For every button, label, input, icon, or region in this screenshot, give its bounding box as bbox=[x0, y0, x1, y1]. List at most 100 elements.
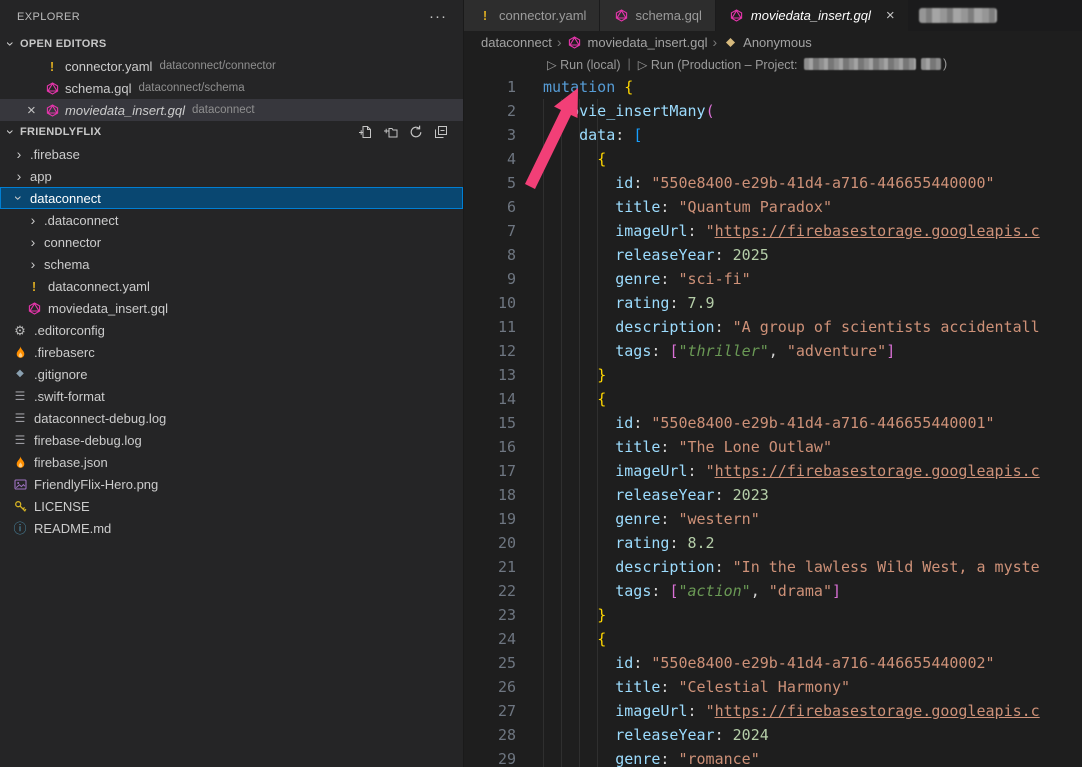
code-line-15[interactable]: 15 id: "550e8400-e29b-41d4-a716-44665544… bbox=[464, 411, 1082, 435]
code-editor[interactable]: 1mutation {2 movie_insertMany(3 data: [4… bbox=[464, 75, 1082, 767]
line-number: 19 bbox=[464, 507, 516, 531]
run-production-label: ▷ Run (Production – Project: bbox=[638, 57, 801, 72]
chevron-right-icon: › bbox=[26, 213, 40, 227]
new-file-icon[interactable] bbox=[358, 124, 374, 140]
line-number: 22 bbox=[464, 579, 516, 603]
code-line-1[interactable]: 1mutation { bbox=[464, 75, 1082, 99]
code-line-8[interactable]: 8 releaseYear: 2025 bbox=[464, 243, 1082, 267]
code-line-16[interactable]: 16 title: "The Lone Outlaw" bbox=[464, 435, 1082, 459]
code-line-5[interactable]: 5 id: "550e8400-e29b-41d4-a716-446655440… bbox=[464, 171, 1082, 195]
tree-file-.firebaserc[interactable]: .firebaserc bbox=[0, 341, 463, 363]
open-editor-schema.gql[interactable]: schema.gqldataconnect/schema bbox=[0, 77, 463, 99]
codelens-row: ▷ Run (local) | ▷ Run (Production – Proj… bbox=[464, 53, 1082, 75]
code-line-3[interactable]: 3 data: [ bbox=[464, 123, 1082, 147]
line-content: mutation { bbox=[516, 75, 633, 99]
code-line-26[interactable]: 26 title: "Celestial Harmony" bbox=[464, 675, 1082, 699]
code-line-27[interactable]: 27 imageUrl: "https://firebasestorage.go… bbox=[464, 699, 1082, 723]
breadcrumb-Anonymous[interactable]: Anonymous bbox=[722, 34, 812, 50]
run-production-link[interactable]: ▷ Run (Production – Project: ) bbox=[638, 57, 947, 72]
graphql-icon bbox=[26, 300, 42, 316]
open-editor-connector.yaml[interactable]: !connector.yamldataconnect/connector bbox=[0, 55, 463, 77]
code-line-24[interactable]: 24 { bbox=[464, 627, 1082, 651]
code-line-25[interactable]: 25 id: "550e8400-e29b-41d4-a716-44665544… bbox=[464, 651, 1082, 675]
tree-folder-.firebase[interactable]: ›.firebase bbox=[0, 143, 463, 165]
new-folder-icon[interactable] bbox=[383, 124, 399, 140]
tab-moviedata_insert.gql[interactable]: moviedata_insert.gql× bbox=[716, 0, 909, 31]
tree-file-dataconnect-debug.log[interactable]: ☰dataconnect-debug.log bbox=[0, 407, 463, 429]
open-editors-header[interactable]: › OPEN EDITORS bbox=[0, 33, 463, 55]
tab-connector.yaml[interactable]: !connector.yaml bbox=[464, 0, 600, 31]
breadcrumb-moviedata_insert.gql[interactable]: moviedata_insert.gql bbox=[567, 34, 708, 50]
file-name: .dataconnect bbox=[44, 213, 118, 228]
line-number: 21 bbox=[464, 555, 516, 579]
tree-file-README.md[interactable]: ⓘREADME.md bbox=[0, 517, 463, 539]
run-production-close-paren: ) bbox=[943, 57, 947, 71]
code-line-22[interactable]: 22 tags: ["action", "drama"] bbox=[464, 579, 1082, 603]
tab-schema.gql[interactable]: schema.gql bbox=[600, 0, 715, 31]
open-editors-label: OPEN EDITORS bbox=[20, 38, 107, 50]
tree-file-firebase-debug.log[interactable]: ☰firebase-debug.log bbox=[0, 429, 463, 451]
code-line-14[interactable]: 14 { bbox=[464, 387, 1082, 411]
code-line-9[interactable]: 9 genre: "sci-fi" bbox=[464, 267, 1082, 291]
line-number: 15 bbox=[464, 411, 516, 435]
tree-file-firebase.json[interactable]: firebase.json bbox=[0, 451, 463, 473]
code-line-18[interactable]: 18 releaseYear: 2023 bbox=[464, 483, 1082, 507]
breadcrumb-separator: › bbox=[712, 34, 717, 50]
warning-icon: ! bbox=[44, 58, 60, 74]
refresh-icon[interactable] bbox=[408, 124, 424, 140]
code-line-4[interactable]: 4 { bbox=[464, 147, 1082, 171]
tree-folder-schema[interactable]: ›schema bbox=[0, 253, 463, 275]
chevron-right-icon: › bbox=[12, 169, 26, 183]
line-content: genre: "sci-fi" bbox=[516, 267, 751, 291]
line-content: tags: ["thriller", "adventure"] bbox=[516, 339, 895, 363]
tree-file-FriendlyFlix-Hero.png[interactable]: FriendlyFlix-Hero.png bbox=[0, 473, 463, 495]
code-line-17[interactable]: 17 imageUrl: "https://firebasestorage.go… bbox=[464, 459, 1082, 483]
close-icon[interactable]: × bbox=[27, 103, 44, 118]
code-line-6[interactable]: 6 title: "Quantum Paradox" bbox=[464, 195, 1082, 219]
tree-file-moviedata_insert.gql[interactable]: moviedata_insert.gql bbox=[0, 297, 463, 319]
code-line-29[interactable]: 29 genre: "romance" bbox=[464, 747, 1082, 767]
vscode-window: EXPLORER ··· › OPEN EDITORS !connector.y… bbox=[0, 0, 1082, 767]
warning-icon: ! bbox=[477, 8, 493, 24]
close-icon[interactable]: × bbox=[886, 8, 895, 23]
code-line-13[interactable]: 13 } bbox=[464, 363, 1082, 387]
file-name: README.md bbox=[34, 521, 111, 536]
line-content: imageUrl: "https://firebasestorage.googl… bbox=[516, 699, 1040, 723]
file-name: schema bbox=[44, 257, 90, 272]
code-line-20[interactable]: 20 rating: 8.2 bbox=[464, 531, 1082, 555]
lines-icon: ☰ bbox=[12, 410, 28, 426]
code-line-19[interactable]: 19 genre: "western" bbox=[464, 507, 1082, 531]
line-content: id: "550e8400-e29b-41d4-a716-44665544000… bbox=[516, 411, 995, 435]
workspace-header[interactable]: › FRIENDLYFLIX bbox=[0, 121, 463, 143]
open-editor-name: schema.gql bbox=[65, 81, 131, 96]
tree-file-dataconnect.yaml[interactable]: !dataconnect.yaml bbox=[0, 275, 463, 297]
line-number: 14 bbox=[464, 387, 516, 411]
tree-file-.gitignore[interactable]: ◆.gitignore bbox=[0, 363, 463, 385]
tree-folder-connector[interactable]: ›connector bbox=[0, 231, 463, 253]
more-actions-icon[interactable]: ··· bbox=[429, 9, 447, 24]
code-line-28[interactable]: 28 releaseYear: 2024 bbox=[464, 723, 1082, 747]
tree-folder-app[interactable]: ›app bbox=[0, 165, 463, 187]
code-line-7[interactable]: 7 imageUrl: "https://firebasestorage.goo… bbox=[464, 219, 1082, 243]
run-local-link[interactable]: ▷ Run (local) bbox=[547, 57, 621, 72]
tree-file-.editorconfig[interactable]: ⚙.editorconfig bbox=[0, 319, 463, 341]
code-line-11[interactable]: 11 description: "A group of scientists a… bbox=[464, 315, 1082, 339]
code-line-12[interactable]: 12 tags: ["thriller", "adventure"] bbox=[464, 339, 1082, 363]
code-line-2[interactable]: 2 movie_insertMany( bbox=[464, 99, 1082, 123]
code-line-10[interactable]: 10 rating: 7.9 bbox=[464, 291, 1082, 315]
breadcrumb-dataconnect[interactable]: dataconnect bbox=[481, 35, 552, 50]
line-content: rating: 7.9 bbox=[516, 291, 715, 315]
tree-folder-dataconnect[interactable]: ›dataconnect bbox=[0, 187, 463, 209]
code-line-23[interactable]: 23 } bbox=[464, 603, 1082, 627]
collapse-all-icon[interactable] bbox=[433, 124, 449, 140]
file-name: connector bbox=[44, 235, 101, 250]
file-name: LICENSE bbox=[34, 499, 90, 514]
graphql-icon bbox=[613, 8, 629, 24]
line-number: 23 bbox=[464, 603, 516, 627]
code-line-21[interactable]: 21 description: "In the lawless Wild Wes… bbox=[464, 555, 1082, 579]
tree-file-.swift-format[interactable]: ☰.swift-format bbox=[0, 385, 463, 407]
tree-file-LICENSE[interactable]: LICENSE bbox=[0, 495, 463, 517]
open-editor-moviedata_insert.gql[interactable]: ×moviedata_insert.gqldataconnect bbox=[0, 99, 463, 121]
graphql-icon bbox=[567, 34, 583, 50]
tree-folder-.dataconnect[interactable]: › .dataconnect bbox=[0, 209, 463, 231]
